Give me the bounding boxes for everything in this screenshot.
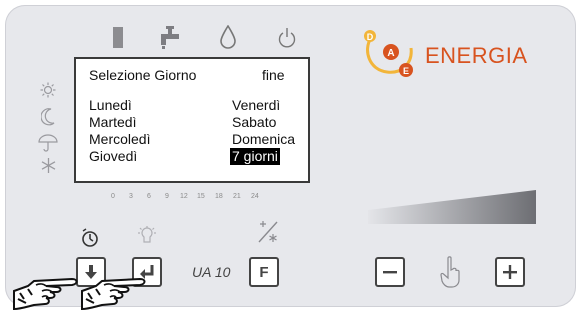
touch-hand-icon: [440, 256, 460, 288]
hour-tick: 3: [129, 193, 133, 200]
day-option[interactable]: Lunedì: [89, 97, 132, 114]
moon-icon: [41, 108, 55, 126]
day-option[interactable]: Mercoledì: [89, 131, 150, 148]
svg-text:A: A: [387, 48, 394, 59]
power-icon: [278, 28, 296, 48]
radiator-icon: [113, 27, 123, 48]
umbrella-icon: [38, 134, 58, 152]
lcd-header-end[interactable]: fine: [262, 67, 285, 84]
sun-snow-icon: [258, 221, 278, 243]
day-option[interactable]: Venerdì: [232, 97, 280, 114]
minus-button[interactable]: [375, 257, 405, 287]
minus-icon: [383, 271, 397, 274]
day-option-selected[interactable]: 7 giorni: [230, 148, 280, 165]
hour-tick: 21: [233, 193, 241, 200]
day-option[interactable]: Sabato: [232, 114, 276, 131]
function-button-label: F: [259, 263, 269, 281]
day-option[interactable]: Martedì: [89, 114, 136, 131]
hour-tick: 18: [215, 193, 223, 200]
hour-tick: 12: [180, 193, 188, 200]
hour-tick: 0: [111, 193, 115, 200]
svg-text:D: D: [367, 32, 374, 42]
svg-text:E: E: [403, 66, 409, 76]
hour-tick: 6: [147, 193, 151, 200]
hour-tick: 9: [165, 193, 169, 200]
lcd-display: Selezione Giorno fine Lunedì Martedì Mer…: [74, 57, 310, 183]
drop-icon: [220, 25, 236, 49]
snowflake-icon: [41, 158, 56, 173]
day-option[interactable]: Giovedì: [89, 148, 137, 165]
sun-icon: [40, 82, 56, 98]
level-indicator: [368, 190, 536, 224]
faucet-icon: [161, 26, 179, 49]
pointing-hand-icon: [81, 277, 146, 311]
timer-icon: [82, 228, 98, 247]
day-option[interactable]: Domenica: [232, 131, 295, 148]
lcd-header-title: Selezione Giorno: [89, 67, 197, 83]
brand-name: ENERGIA: [425, 43, 528, 68]
plus-button[interactable]: [495, 257, 525, 287]
hour-tick: 24: [251, 193, 259, 200]
light-icon: [138, 226, 156, 243]
function-button[interactable]: F: [249, 257, 279, 287]
plus-icon: [503, 265, 517, 279]
brand-logo: D A E: [364, 30, 413, 77]
hour-tick: 15: [197, 193, 205, 200]
model-label: UA 10: [192, 264, 231, 280]
